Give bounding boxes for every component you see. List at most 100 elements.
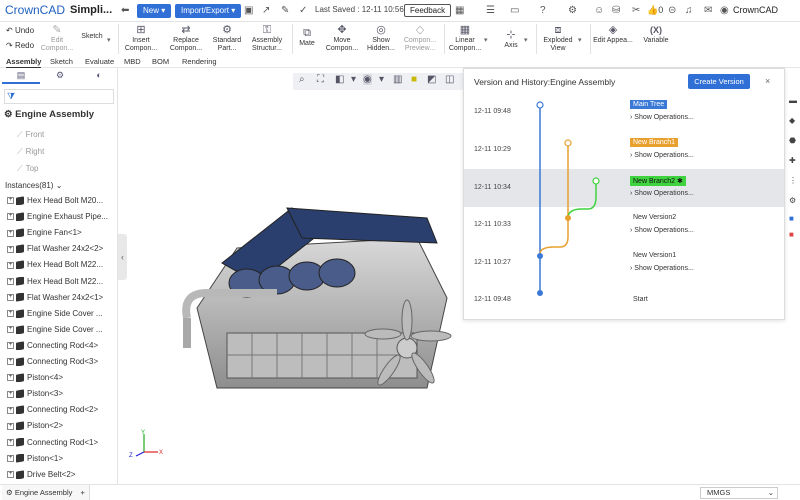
dots-icon[interactable]: ⋮ xyxy=(789,176,797,185)
chat-icon[interactable]: ▭ xyxy=(510,4,519,18)
redo-button[interactable]: ↷ Redo xyxy=(6,41,34,50)
settings-gear-icon[interactable]: ⚙ xyxy=(568,4,577,18)
collapse-panel-handle[interactable]: ‹ xyxy=(118,234,127,280)
edit-appearance-button[interactable]: ◈ Edit Appea... xyxy=(593,23,633,45)
gear-icon[interactable]: ⚙ xyxy=(789,196,796,205)
tools-icon[interactable]: ✂ xyxy=(632,4,640,18)
tree-item[interactable]: + Engine Exhaust Pipe... xyxy=(7,212,115,222)
instances-header[interactable]: Instances(81) ⌄ xyxy=(5,181,62,190)
layers-icon[interactable]: ◆ xyxy=(789,116,795,125)
tab-bom[interactable]: BOM xyxy=(152,57,169,66)
app-blue-icon[interactable]: ■ xyxy=(789,214,794,223)
plus-icon[interactable]: + xyxy=(80,488,84,497)
notes-icon[interactable]: ✎ xyxy=(281,4,289,18)
expand-icon[interactable]: + xyxy=(7,471,14,479)
save-icon[interactable]: ▣ xyxy=(244,4,253,18)
help-icon[interactable]: ? xyxy=(540,4,546,18)
tree-item[interactable]: + Connecting Rod<1> xyxy=(7,438,115,447)
expand-icon[interactable]: + xyxy=(7,422,14,430)
user-name[interactable]: CrownCAD xyxy=(733,5,778,15)
tab-rendering[interactable]: Rendering xyxy=(182,57,217,66)
tab-sketch[interactable]: Sketch xyxy=(50,57,73,66)
like-count[interactable]: 👍0 xyxy=(647,5,663,16)
tree-tab[interactable]: ▤ xyxy=(2,70,40,84)
shield-icon[interactable]: ⬣ xyxy=(789,136,796,145)
expand-icon[interactable]: + xyxy=(7,197,14,205)
expand-icon[interactable]: + xyxy=(7,326,14,334)
move-component-button[interactable]: ✥ Move Compon... xyxy=(322,23,362,53)
chevron-down-icon[interactable]: ▾ xyxy=(484,36,488,44)
expand-icon[interactable]: + xyxy=(7,342,14,350)
chevron-down-icon[interactable]: ▾ xyxy=(578,36,582,44)
units-select[interactable]: MMGS ⌄ xyxy=(700,487,778,499)
tree-item[interactable]: + Engine Fan<1> xyxy=(7,228,115,238)
list-icon[interactable]: ☰ xyxy=(486,4,495,18)
expand-icon[interactable]: + xyxy=(7,277,14,285)
expand-icon[interactable]: + xyxy=(7,438,14,446)
tree-item[interactable]: + Piston<1> xyxy=(7,454,115,463)
tree-item[interactable]: + Piston<4> xyxy=(7,373,115,383)
expand-icon[interactable]: + xyxy=(7,229,14,237)
tree-item[interactable]: + Engine Side Cover ... xyxy=(7,325,115,334)
assembly-structure-button[interactable]: ⚿ Assembly Structur... xyxy=(248,23,286,53)
insert-component-button[interactable]: ⊞ Insert Compon... xyxy=(121,23,161,53)
new-button[interactable]: New ▾ xyxy=(137,4,172,18)
user-group-icon[interactable]: ☺ xyxy=(594,4,604,18)
document-tab[interactable]: ⚙ Engine Assembly + xyxy=(2,485,90,500)
cart-icon[interactable]: ⛁ xyxy=(612,4,620,18)
share-icon[interactable]: ↗ xyxy=(262,4,270,18)
tree-item[interactable]: + Piston<3> xyxy=(7,389,115,399)
plane-front[interactable]: ⟋ Front xyxy=(17,130,44,140)
tree-item[interactable]: + Flat Washer 24x2<1> xyxy=(7,293,115,302)
plane-top[interactable]: ⟋ Top xyxy=(17,164,39,174)
edit-component-button[interactable]: ✎ Edit Compon... xyxy=(40,23,74,53)
tab-evaluate[interactable]: Evaluate xyxy=(85,57,114,66)
variable-button[interactable]: (X) Variable xyxy=(638,23,674,45)
plane-right[interactable]: ⟋ Right xyxy=(17,147,44,157)
replace-component-button[interactable]: ⇄ Replace Compon... xyxy=(166,23,206,53)
expand-icon[interactable]: + xyxy=(7,213,14,221)
filter-input[interactable]: ⧩ xyxy=(4,89,114,104)
camera-icon[interactable]: ▬ xyxy=(789,96,797,105)
tree-item[interactable]: + Engine Side Cover ... xyxy=(7,309,115,318)
linear-component-button[interactable]: ▦ Linear Compon... xyxy=(447,23,483,53)
tree-item[interactable]: + Piston<2> xyxy=(7,421,115,431)
expand-icon[interactable]: + xyxy=(7,293,14,301)
expand-icon[interactable]: + xyxy=(7,390,14,398)
mate-button[interactable]: ⧉ Mate xyxy=(296,26,318,48)
expand-icon[interactable]: + xyxy=(7,406,14,414)
tree-item[interactable]: + Connecting Rod<2> xyxy=(7,405,115,415)
message-icon[interactable]: ✉ xyxy=(704,4,712,18)
lock-icon[interactable]: ⊝ xyxy=(668,4,676,18)
standard-part-button[interactable]: ⚙ Standard Part... xyxy=(210,23,244,53)
properties-tab[interactable]: ⚙ xyxy=(41,70,79,84)
tree-item[interactable]: + Connecting Rod<3> xyxy=(7,357,115,366)
expand-icon[interactable]: + xyxy=(7,310,14,318)
wrench-icon[interactable]: ✚ xyxy=(789,156,796,165)
expand-icon[interactable]: + xyxy=(7,358,14,366)
axis-button[interactable]: ⊹ Axis xyxy=(500,28,522,50)
tree-item[interactable]: + Hex Head Bolt M22... xyxy=(7,277,115,286)
expand-icon[interactable]: + xyxy=(7,261,14,269)
feedback-button[interactable]: Feedback xyxy=(404,4,452,17)
expand-icon[interactable]: + xyxy=(7,245,14,253)
tree-item[interactable]: + Hex Head Bolt M20... xyxy=(7,196,115,205)
bell-icon[interactable]: ♫ xyxy=(685,4,693,18)
tab-mbd[interactable]: MBD xyxy=(124,57,141,66)
tree-item[interactable]: + Flat Washer 24x2<2> xyxy=(7,244,115,254)
exploded-view-button[interactable]: ⧈ Exploded View xyxy=(539,23,577,53)
undo-button[interactable]: ↶ Undo xyxy=(6,26,34,35)
chevron-down-icon[interactable]: ▾ xyxy=(524,36,528,44)
appearance-tab[interactable]: ◐ xyxy=(80,70,118,84)
import-export-button[interactable]: Import/Export ▾ xyxy=(175,4,242,18)
grid-icon[interactable]: ▦ xyxy=(455,4,464,18)
expand-icon[interactable]: + xyxy=(7,454,14,462)
app-red-icon[interactable]: ■ xyxy=(789,230,794,239)
component-preview-button[interactable]: ◇ Compon... Preview... xyxy=(400,23,440,53)
sketch-menu[interactable]: Sketch xyxy=(78,33,106,41)
tree-item[interactable]: + Drive Belt<2> xyxy=(7,470,115,479)
show-hidden-button[interactable]: ◎ Show Hidden... xyxy=(366,23,396,53)
tree-item[interactable]: + Hex Head Bolt M22... xyxy=(7,260,115,270)
chevron-down-icon[interactable]: ▾ xyxy=(107,36,111,44)
back-arrow-icon[interactable]: ⬅ xyxy=(121,4,129,18)
